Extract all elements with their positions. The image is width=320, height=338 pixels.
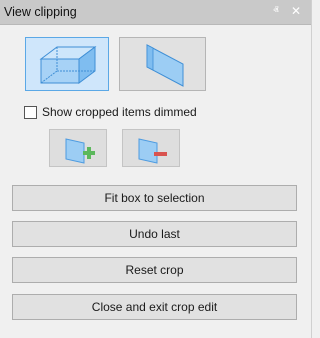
clip-box-icon <box>39 46 97 84</box>
close-exit-crop-edit-button[interactable]: Close and exit crop edit <box>12 294 297 320</box>
view-clipping-panel: View clipping ⱏ ✕ Show cropped items dim… <box>0 0 312 338</box>
clip-plane-icon <box>146 44 184 87</box>
panel-titlebar: View clipping ⱏ ✕ <box>0 0 311 25</box>
panel-title: View clipping <box>4 5 77 19</box>
pin-icon[interactable]: ⱏ <box>270 4 282 18</box>
box-clip-mode-button[interactable] <box>25 37 109 91</box>
reset-crop-button[interactable]: Reset crop <box>12 257 297 283</box>
close-icon[interactable]: ✕ <box>290 4 302 18</box>
fit-box-to-selection-button[interactable]: Fit box to selection <box>12 185 297 211</box>
remove-clip-plane-button[interactable] <box>122 129 180 167</box>
show-dimmed-label: Show cropped items dimmed <box>42 105 197 119</box>
undo-last-button[interactable]: Undo last <box>12 221 297 247</box>
add-clip-plane-icon <box>65 138 95 164</box>
plane-clip-mode-button[interactable] <box>119 37 206 91</box>
add-clip-plane-button[interactable] <box>49 129 107 167</box>
show-dimmed-checkbox[interactable] <box>24 106 37 119</box>
remove-clip-plane-icon <box>138 138 167 164</box>
